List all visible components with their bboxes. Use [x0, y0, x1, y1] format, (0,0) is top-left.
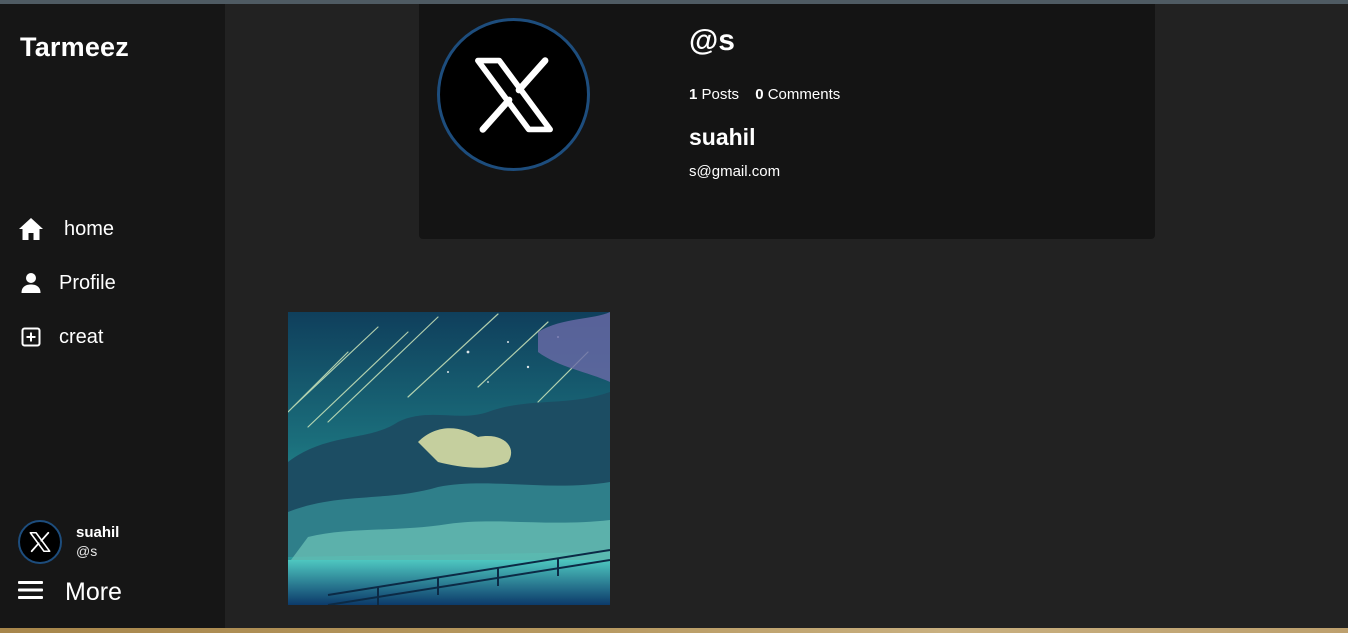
window-bottom-edge	[0, 628, 1348, 633]
user-icon	[18, 270, 44, 296]
comments-label: Comments	[767, 86, 841, 103]
avatar	[18, 520, 62, 564]
comments-count: 0	[755, 86, 764, 103]
home-icon	[18, 216, 44, 242]
user-handle: @s	[76, 542, 98, 559]
current-user-card[interactable]: suahil @s	[18, 520, 119, 564]
x-logo-icon	[474, 56, 553, 133]
plus-square-icon	[18, 324, 44, 350]
sidebar-item-home[interactable]: home	[18, 216, 114, 242]
more-label: More	[65, 578, 122, 606]
sidebar-item-profile[interactable]: Profile	[18, 270, 116, 296]
profile-header: @s 1 Posts 0 Comments suahil s@gmail.com	[419, 4, 1155, 239]
app-brand: Tarmeez	[20, 32, 129, 62]
more-button[interactable]: More	[18, 578, 122, 607]
profile-handle: @s	[689, 24, 735, 57]
sidebar-item-label: home	[64, 217, 115, 240]
x-logo-icon	[29, 531, 51, 553]
posts-stat: 1 Posts	[689, 86, 739, 103]
post-image[interactable]	[288, 312, 610, 605]
sidebar-item-label: Profile	[59, 271, 116, 294]
sidebar-item-creat[interactable]: creat	[18, 324, 103, 350]
profile-email: s@gmail.com	[689, 163, 781, 180]
profile-stats: 1 Posts 0 Comments	[689, 86, 852, 103]
profile-avatar	[437, 18, 590, 171]
sidebar: Tarmeez home Profile creat suahil @s Mor…	[0, 4, 225, 628]
user-name: suahil	[76, 523, 120, 541]
hamburger-menu-icon	[18, 580, 43, 605]
profile-name: suahil	[689, 124, 756, 150]
posts-label: Posts	[701, 86, 740, 103]
sidebar-item-label: creat	[59, 325, 104, 348]
posts-count: 1	[689, 86, 698, 103]
comments-stat: 0 Comments	[755, 86, 840, 103]
